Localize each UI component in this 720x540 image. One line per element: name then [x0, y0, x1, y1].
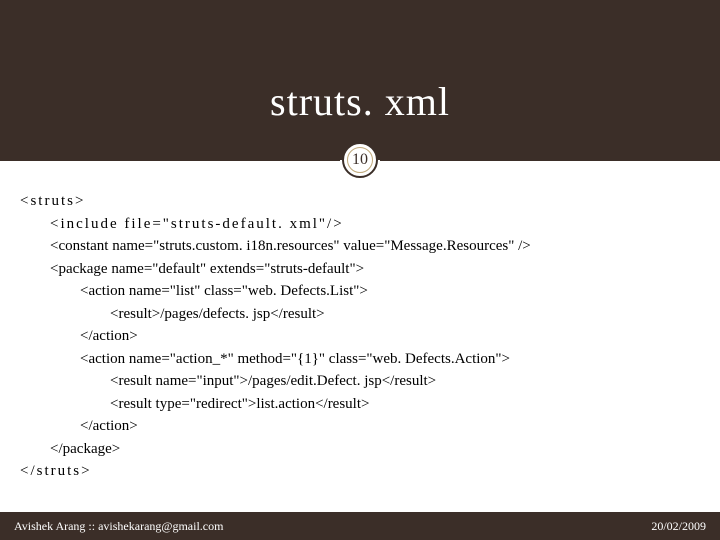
footer: Avishek Arang :: avishekarang@gmail.com …: [0, 512, 720, 540]
code-line: <action name="list" class="web. Defects.…: [80, 280, 700, 303]
code-line: </package>: [50, 438, 700, 461]
footer-author: Avishek Arang :: avishekarang@gmail.com: [14, 519, 223, 534]
code-line: <result>/pages/defects. jsp</result>: [110, 303, 700, 326]
code-line: <result type="redirect">list.action</res…: [110, 393, 700, 416]
code-line: <constant name="struts.custom. i18n.reso…: [50, 235, 700, 258]
code-line: <result name="input">/pages/edit.Defect.…: [110, 370, 700, 393]
code-line: <include file="struts-default. xml"/>: [50, 213, 700, 236]
code-block: <struts> <include file="struts-default. …: [0, 160, 720, 483]
code-line: </action>: [80, 325, 700, 348]
slide-number: 10: [352, 151, 368, 169]
divider-line-left: [0, 160, 340, 161]
code-line: </struts>: [20, 460, 700, 483]
footer-date: 20/02/2009: [651, 519, 706, 534]
slide: struts. xml 10 <struts> <include file="s…: [0, 0, 720, 540]
slide-number-badge: 10: [342, 142, 378, 178]
divider-line-right: [380, 160, 720, 161]
slide-number-divider: 10: [0, 142, 720, 178]
slide-title: struts. xml: [270, 78, 450, 125]
code-line: <action name="action_*" method="{1}" cla…: [80, 348, 700, 371]
code-line: <package name="default" extends="struts-…: [50, 258, 700, 281]
header-band: struts. xml: [0, 0, 720, 160]
code-line: <struts>: [20, 190, 700, 213]
code-line: </action>: [80, 415, 700, 438]
